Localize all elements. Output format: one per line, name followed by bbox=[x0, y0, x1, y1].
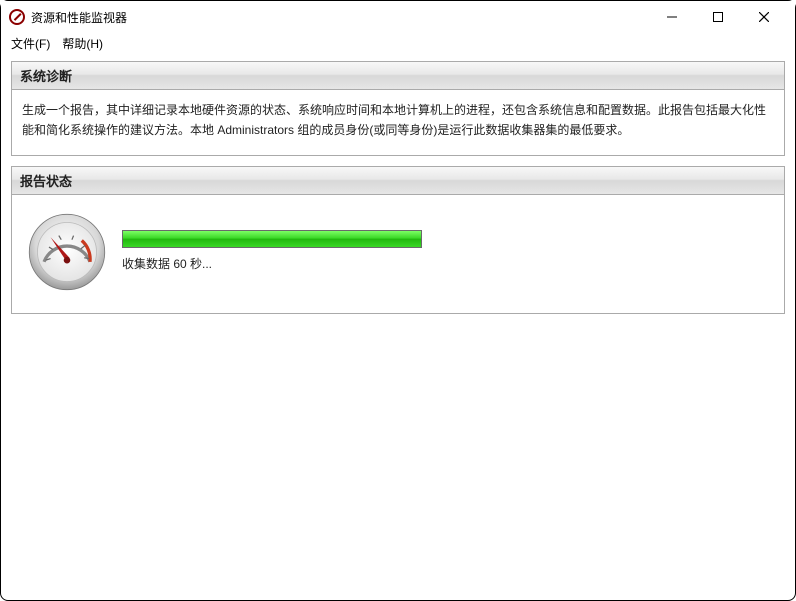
progress-fill bbox=[123, 231, 421, 247]
status-message: 收集数据 60 秒... bbox=[122, 254, 422, 274]
diagnostics-panel: 系统诊断 生成一个报告，其中详细记录本地硬件资源的状态、系统响应时间和本地计算机… bbox=[11, 61, 785, 156]
status-panel: 报告状态 bbox=[11, 166, 785, 314]
menu-help[interactable]: 帮助(H) bbox=[62, 35, 103, 52]
maximize-button[interactable] bbox=[695, 3, 741, 31]
window-title: 资源和性能监视器 bbox=[31, 9, 127, 26]
title-bar: 资源和性能监视器 bbox=[1, 1, 795, 33]
diagnostics-panel-body: 生成一个报告，其中详细记录本地硬件资源的状态、系统响应时间和本地计算机上的进程，… bbox=[12, 90, 784, 155]
content-area[interactable]: 系统诊断 生成一个报告，其中详细记录本地硬件资源的状态、系统响应时间和本地计算机… bbox=[7, 57, 789, 594]
gauge-icon bbox=[26, 211, 108, 293]
status-panel-header: 报告状态 bbox=[12, 167, 784, 195]
minimize-button[interactable] bbox=[649, 3, 695, 31]
menu-file[interactable]: 文件(F) bbox=[11, 35, 50, 52]
progress-bar bbox=[122, 230, 422, 248]
menu-bar: 文件(F) 帮助(H) bbox=[1, 33, 795, 58]
close-button[interactable] bbox=[741, 3, 787, 31]
diagnostics-panel-header: 系统诊断 bbox=[12, 62, 784, 90]
app-icon bbox=[9, 9, 25, 25]
